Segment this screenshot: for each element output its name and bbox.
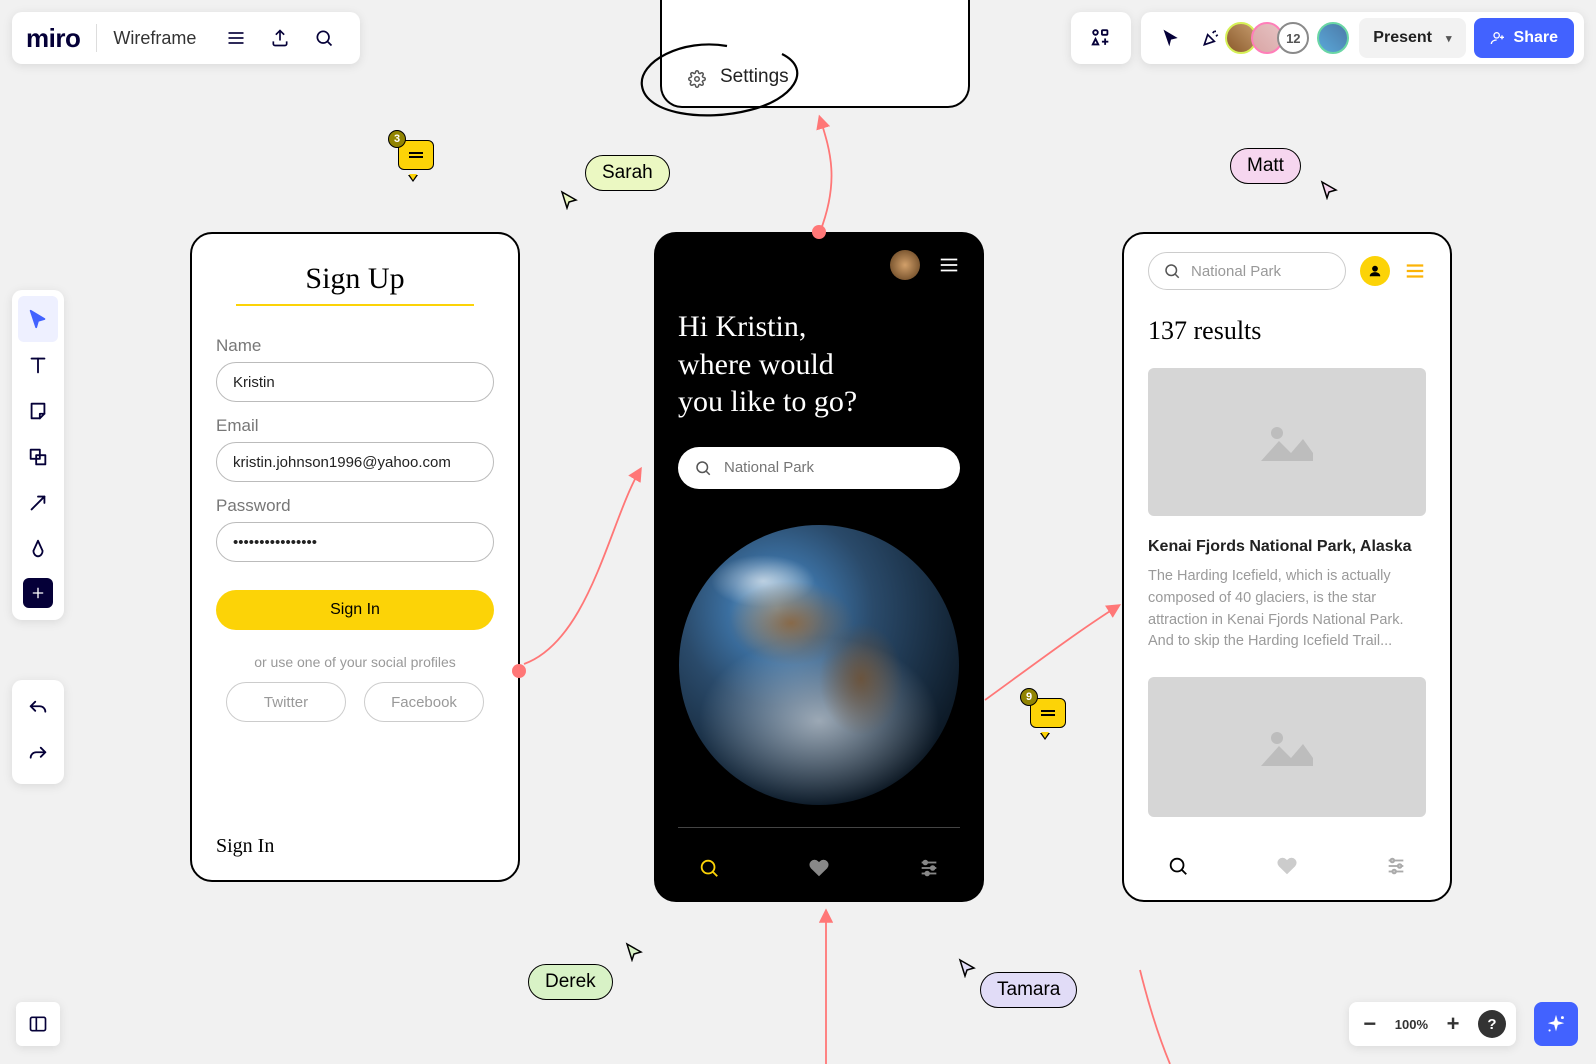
divider [236,304,474,306]
facebook-button[interactable]: Facebook [364,682,484,722]
redo-button[interactable] [18,732,58,778]
twitter-button[interactable]: Twitter [226,682,346,722]
profile-chip[interactable] [1360,256,1390,286]
result-count: 137 results [1148,316,1426,346]
comment-count: 9 [1020,688,1038,706]
password-input[interactable] [216,522,494,562]
connector-endpoint[interactable] [812,225,826,239]
frame-signup[interactable]: Sign Up Name Email Password Sign In or u… [190,232,520,882]
hamburger-icon[interactable] [1404,260,1426,282]
cursor-label-derek: Derek [528,964,613,1000]
tab-filters[interactable] [918,857,940,884]
ai-assist-button[interactable] [1534,1002,1578,1046]
avatar[interactable] [890,250,920,280]
search-icon [1163,262,1181,280]
tool-select[interactable] [18,296,58,342]
earth-image [679,525,959,805]
cursor-label-tamara: Tamara [980,972,1077,1008]
cursor-icon [958,958,978,983]
name-input[interactable] [216,362,494,402]
signin-link[interactable]: Sign In [216,835,274,858]
tool-pen[interactable] [18,526,58,572]
comment-badge[interactable]: 3 [398,140,438,176]
zoom-percentage[interactable]: 100% [1395,1017,1428,1032]
logo[interactable]: miro [26,23,80,54]
avatar-overflow-count[interactable]: 12 [1277,22,1309,54]
present-label: Present [1373,29,1432,47]
apps-icon[interactable] [1081,18,1121,58]
connector-endpoint[interactable] [512,664,526,678]
cursor-label-matt: Matt [1230,148,1301,184]
chevron-down-icon: ▾ [1446,32,1452,45]
hamburger-icon[interactable] [938,254,960,276]
cursor-icon [560,190,580,215]
share-label: Share [1514,29,1558,47]
tool-add[interactable] [23,578,53,608]
board-title[interactable]: Wireframe [113,28,196,49]
share-button[interactable]: Share [1474,18,1574,58]
image-placeholder [1148,368,1426,516]
signin-button[interactable]: Sign In [216,590,494,630]
image-placeholder [1148,677,1426,817]
result-description: The Harding Icefield, which is actually … [1148,566,1426,653]
cursor-select-icon[interactable] [1151,18,1191,58]
scribble-annotation [632,40,822,120]
divider [678,827,960,828]
search-icon[interactable] [302,16,346,60]
greeting-line: Hi Kristin, [678,308,960,346]
search-value: National Park [1191,263,1281,280]
tool-text[interactable] [18,342,58,388]
search-bar[interactable]: National Park [1148,252,1346,290]
toggle-panel-button[interactable] [16,1002,60,1046]
collab-bar: 12 Present ▾ Share [1071,12,1584,64]
tool-sticky[interactable] [18,388,58,434]
tool-arrow[interactable] [18,480,58,526]
tab-favorites[interactable] [808,857,830,884]
result-title: Kenai Fjords National Park, Alaska [1148,538,1426,556]
email-label: Email [216,416,494,436]
help-button[interactable]: ? [1478,1010,1506,1038]
export-icon[interactable] [258,16,302,60]
cursor-icon [1320,180,1340,205]
tab-favorites[interactable] [1276,855,1298,882]
social-hint: or use one of your social profiles [216,654,494,670]
avatar[interactable] [1317,22,1349,54]
tab-search[interactable] [1167,855,1189,882]
undo-button[interactable] [18,686,58,732]
comment-badge[interactable]: 9 [1030,698,1070,734]
left-toolbar [12,290,64,620]
search-input[interactable] [724,459,944,476]
hamburger-icon[interactable] [214,16,258,60]
person-add-icon [1490,30,1506,46]
cursor-label-sarah: Sarah [585,155,670,191]
greeting-line: where would [678,346,960,384]
search-icon [694,459,712,477]
greeting-text: Hi Kristin, where would you like to go? [678,308,960,421]
tab-search[interactable] [698,857,720,884]
comment-count: 3 [388,130,406,148]
board-header: miro Wireframe [12,12,360,64]
greeting-line: you like to go? [678,383,960,421]
frame-results[interactable]: National Park 137 results Kenai Fjords N… [1122,232,1452,902]
frame-home[interactable]: Hi Kristin, where would you like to go? [654,232,984,902]
zoom-out-button[interactable]: − [1359,1011,1381,1037]
undo-redo-toolbar [12,680,64,784]
name-label: Name [216,336,494,356]
email-input[interactable] [216,442,494,482]
canvas-surface[interactable]: Settings Sign Up Name Email Password Sig… [0,0,1596,1064]
search-bar[interactable] [678,447,960,489]
cursor-icon [625,942,645,967]
signup-title: Sign Up [216,262,494,296]
divider [96,24,97,52]
present-button[interactable]: Present ▾ [1359,18,1465,58]
zoom-in-button[interactable]: + [1442,1011,1464,1037]
tab-filters[interactable] [1385,855,1407,882]
tool-shape[interactable] [18,434,58,480]
password-label: Password [216,496,494,516]
zoom-controls: − 100% + ? [1349,1002,1516,1046]
